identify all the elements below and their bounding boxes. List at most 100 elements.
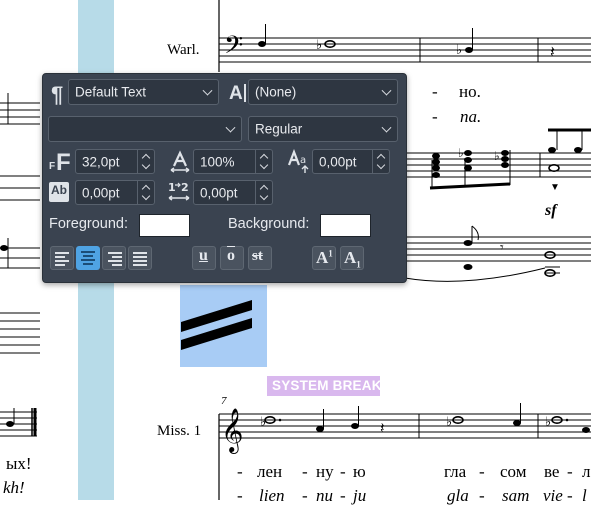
svg-text:𝄽: 𝄽	[550, 44, 555, 61]
measure-number: 7	[221, 395, 227, 407]
lyric-b1-8: сом	[500, 462, 527, 481]
lyric-b2-8: sam	[502, 486, 530, 505]
superscript-icon: A1	[316, 248, 333, 267]
font-family-select[interactable]	[48, 116, 242, 142]
svg-text:♭: ♭	[458, 146, 464, 160]
lyric-top-1a: -	[432, 82, 438, 101]
background-label: Background:	[228, 216, 310, 232]
align-justify-button[interactable]	[128, 246, 152, 270]
font-size-spinbox[interactable]: 32,0pt	[75, 149, 155, 174]
align-right-button[interactable]	[102, 246, 126, 270]
svg-text:♭: ♭	[494, 149, 500, 163]
lyric-b1-3: ну	[316, 462, 334, 481]
spinner-arrows-icon[interactable]	[255, 150, 272, 173]
lyric-b2-6: gla	[447, 486, 469, 505]
text-properties-palette: ¶ Default Text A (None) Regular F F 32,0…	[42, 73, 407, 283]
frame-spacing-value: 0,00pt	[200, 185, 238, 200]
strikethrough-button[interactable]: st	[248, 246, 272, 270]
character-style-icon: A	[229, 83, 246, 105]
paragraph-style-select[interactable]: Default Text	[68, 79, 219, 105]
lyric-b1-0: -	[237, 462, 243, 481]
svg-text:1: 1	[168, 181, 176, 194]
lyric-b1-10: -	[567, 462, 573, 481]
subscript-button[interactable]: A1	[340, 246, 364, 270]
spinner-arrows-icon[interactable]	[137, 181, 154, 204]
lyric-b2-2: -	[302, 486, 308, 505]
svg-text:♭: ♭	[316, 37, 322, 52]
align-left-button[interactable]	[50, 246, 74, 270]
system-break-label[interactable]: SYSTEM BREAK	[272, 378, 382, 393]
subscript-icon: A1	[344, 248, 361, 270]
svg-text:♭: ♭	[446, 414, 452, 429]
baseline-shift-spinbox[interactable]: 0,00pt	[75, 180, 155, 205]
strikethrough-icon: st	[252, 248, 263, 264]
line-spacing-spinbox[interactable]: 100%	[193, 149, 273, 174]
treble-clef-icon: 𝄞	[221, 408, 243, 454]
font-size-icon: F F	[49, 149, 71, 176]
lyric-b2-7: -	[479, 486, 485, 505]
svg-text:a: a	[300, 155, 306, 166]
character-style-value: (None)	[255, 84, 297, 100]
lyric-b1-9: ве	[544, 462, 560, 481]
lyric-b1-4: -	[340, 462, 346, 481]
frame-spacing-icon: 1 2	[168, 181, 190, 201]
superscript-button[interactable]: A1	[312, 246, 336, 270]
lyric-left-2: kh!	[3, 478, 25, 497]
svg-text:♭: ♭	[456, 42, 462, 57]
lyric-b1-7: -	[479, 462, 485, 481]
lyric-top-2a: -	[432, 107, 438, 126]
svg-text:𝄽: 𝄽	[380, 420, 385, 437]
lyric-b2-4: -	[340, 486, 346, 505]
dynamic-mark: sf	[545, 202, 557, 219]
lyric-b1-6: гла	[444, 462, 467, 481]
underline-icon: u	[199, 247, 208, 264]
character-spacing-spinbox[interactable]: 0,00pt	[312, 149, 390, 174]
lyric-b1-5: ю	[353, 462, 366, 481]
svg-text:𝄾: 𝄾	[500, 239, 504, 255]
instrument-name-top: Warl.	[167, 42, 200, 58]
instrument-name-bottom: Miss. 1	[157, 423, 202, 439]
align-center-button[interactable]	[76, 246, 100, 270]
chevron-down-icon	[202, 85, 213, 96]
lyric-b1-1: лен	[257, 462, 283, 481]
overline-button[interactable]: o	[220, 246, 244, 270]
frame-spacing-spinbox[interactable]: 0,00pt	[193, 180, 273, 205]
spinner-arrows-icon[interactable]	[137, 150, 154, 173]
foreground-color-swatch[interactable]	[139, 214, 190, 237]
character-spacing-icon: a	[287, 149, 309, 173]
spinner-arrows-icon[interactable]	[372, 150, 389, 173]
svg-text:♭: ♭	[545, 414, 551, 429]
lyric-top-1b: но.	[459, 82, 481, 101]
background-color-swatch[interactable]	[320, 214, 371, 237]
spinner-arrows-icon[interactable]	[255, 181, 272, 204]
foreground-label: Foreground:	[49, 216, 128, 232]
baseline-shift-icon: Ab	[49, 182, 69, 202]
underline-button[interactable]: u	[192, 246, 216, 270]
font-style-select[interactable]: Regular	[248, 116, 398, 142]
line-spacing-value: 100%	[200, 154, 235, 169]
lyric-left-1: ых!	[6, 454, 32, 473]
chevron-down-icon	[381, 122, 392, 133]
lyric-b2-10: -	[567, 486, 573, 505]
paragraph-style-value: Default Text	[75, 84, 147, 100]
lyric-b1-2: -	[302, 462, 308, 481]
lyric-b2-3: nu	[316, 486, 333, 505]
font-size-value: 32,0pt	[82, 154, 120, 169]
staff-top	[219, 37, 591, 63]
line-spacing-icon	[170, 150, 190, 173]
svg-text:2: 2	[181, 181, 189, 194]
lyric-top-2b: na.	[460, 107, 482, 126]
bass-clef-icon: 𝄢	[224, 31, 243, 66]
character-style-select[interactable]: (None)	[248, 79, 398, 105]
lyric-b2-5: ju	[353, 486, 367, 505]
character-spacing-value: 0,00pt	[319, 154, 357, 169]
chevron-down-icon	[381, 85, 392, 96]
lyric-b1-11: л	[582, 462, 591, 481]
chevron-down-icon	[225, 122, 236, 133]
lyric-b2-11: l	[582, 486, 587, 505]
lyric-b2-1: lien	[259, 486, 285, 505]
paragraph-style-icon: ¶	[51, 82, 64, 107]
lyric-b2-9: vie	[543, 486, 563, 505]
baseline-shift-value: 0,00pt	[82, 185, 120, 200]
font-style-value: Regular	[255, 121, 303, 137]
